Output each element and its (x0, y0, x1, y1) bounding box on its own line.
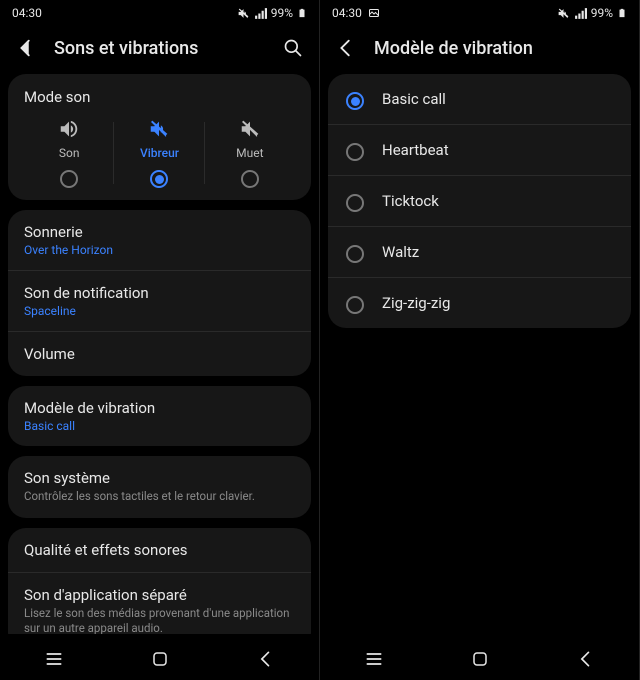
mode-son[interactable]: Son (24, 118, 114, 188)
option-label: Basic call (382, 90, 446, 108)
item-vibpattern-title: Modèle de vibration (24, 399, 295, 417)
mute-icon (239, 118, 261, 140)
item-quality-title: Qualité et effets sonores (24, 541, 295, 559)
option-label: Zig-zig-zig (382, 294, 450, 312)
item-appsound-title: Son d'application séparé (24, 586, 295, 604)
status-right: 99% (237, 6, 307, 20)
vibrate-mute-icon (237, 7, 250, 20)
item-appsound-desc: Lisez le son des médias provenant d'une … (24, 606, 295, 634)
mode-muet-label: Muet (236, 146, 263, 160)
advanced-sound-group: Qualité et effets sonores Son d'applicat… (8, 528, 311, 634)
mode-muet-radio[interactable] (241, 170, 259, 188)
mode-vibreur-radio[interactable] (150, 170, 168, 188)
item-app-sound[interactable]: Son d'application séparé Lisez le son de… (8, 572, 311, 634)
item-ringtone-sub: Over the Horizon (24, 243, 295, 257)
back-button[interactable] (14, 36, 38, 60)
mode-muet[interactable]: Muet (205, 118, 295, 188)
nav-recents[interactable] (44, 649, 64, 669)
vibrate-icon (148, 118, 170, 140)
nav-back[interactable] (256, 649, 276, 669)
mode-vibreur[interactable]: Vibreur (114, 118, 204, 188)
status-bar: 04:30 99% (0, 0, 319, 26)
mode-vibreur-label: Vibreur (140, 146, 179, 160)
status-bar: 04:30 99% (320, 0, 639, 26)
option-label: Heartbeat (382, 141, 449, 159)
item-system-desc: Contrôlez les sons tactiles et le retour… (24, 489, 295, 505)
screen-header: Modèle de vibration (320, 26, 639, 74)
nav-recents[interactable] (364, 649, 384, 669)
system-sound-group: Son système Contrôlez les sons tactiles … (8, 456, 311, 518)
nav-bar (0, 638, 319, 680)
item-system-title: Son système (24, 469, 295, 487)
battery-icon (617, 6, 627, 20)
phone-right: 04:30 99% Modèle de vibration (320, 0, 640, 680)
option-radio[interactable] (346, 296, 364, 314)
page-title: Modèle de vibration (374, 38, 625, 59)
option-ticktock[interactable]: Ticktock (328, 176, 631, 227)
item-vibpattern-sub: Basic call (24, 419, 295, 433)
item-notification-title: Son de notification (24, 284, 295, 302)
item-quality-effects[interactable]: Qualité et effets sonores (8, 528, 311, 572)
option-radio[interactable] (346, 92, 364, 110)
option-radio[interactable] (346, 143, 364, 161)
item-volume-title: Volume (24, 345, 295, 363)
sound-mode-row: Son Vibreur Muet (24, 118, 295, 188)
search-button[interactable] (281, 36, 305, 60)
mode-son-radio[interactable] (60, 170, 78, 188)
item-notification-sound[interactable]: Son de notification Spaceline (8, 270, 311, 331)
option-label: Ticktock (382, 192, 439, 210)
item-vibration-pattern[interactable]: Modèle de vibration Basic call (8, 386, 311, 446)
item-volume[interactable]: Volume (8, 331, 311, 376)
sound-mode-card: Mode son Son Vibreur (8, 74, 311, 200)
vibrate-mute-icon (557, 7, 570, 20)
vibration-options-card: Basic call Heartbeat Ticktock Waltz Zig-… (328, 74, 631, 328)
option-waltz[interactable]: Waltz (328, 227, 631, 278)
option-radio[interactable] (346, 194, 364, 212)
battery-icon (297, 6, 307, 20)
sound-mode-title: Mode son (24, 88, 295, 106)
status-time: 04:30 (332, 6, 362, 20)
battery-pct: 99% (271, 6, 293, 20)
signal-icon (254, 7, 267, 20)
nav-back[interactable] (576, 649, 596, 669)
screenshot-icon (368, 7, 380, 19)
item-notification-sub: Spaceline (24, 304, 295, 318)
mode-son-label: Son (59, 146, 80, 160)
signal-icon (574, 7, 587, 20)
option-heartbeat[interactable]: Heartbeat (328, 125, 631, 176)
back-button[interactable] (334, 36, 358, 60)
vibration-group: Modèle de vibration Basic call (8, 386, 311, 446)
option-label: Waltz (382, 243, 419, 261)
item-ringtone[interactable]: Sonnerie Over the Horizon (8, 210, 311, 270)
page-title: Sons et vibrations (54, 38, 265, 59)
item-ringtone-title: Sonnerie (24, 223, 295, 241)
status-right: 99% (557, 6, 627, 20)
option-zigzigzig[interactable]: Zig-zig-zig (328, 278, 631, 328)
phone-left: 04:30 99% Sons et vibrations Mode son (0, 0, 320, 680)
item-system-sound[interactable]: Son système Contrôlez les sons tactiles … (8, 456, 311, 518)
sound-icon (58, 118, 80, 140)
sound-settings-group: Sonnerie Over the Horizon Son de notific… (8, 210, 311, 376)
option-basic-call[interactable]: Basic call (328, 74, 631, 125)
nav-home[interactable] (471, 650, 489, 668)
settings-content: Mode son Son Vibreur (0, 74, 319, 634)
vibration-options: Basic call Heartbeat Ticktock Waltz Zig-… (320, 74, 639, 328)
nav-home[interactable] (151, 650, 169, 668)
status-time: 04:30 (12, 6, 42, 20)
battery-pct: 99% (591, 6, 613, 20)
screen-header: Sons et vibrations (0, 26, 319, 74)
option-radio[interactable] (346, 245, 364, 263)
nav-bar (320, 638, 639, 680)
